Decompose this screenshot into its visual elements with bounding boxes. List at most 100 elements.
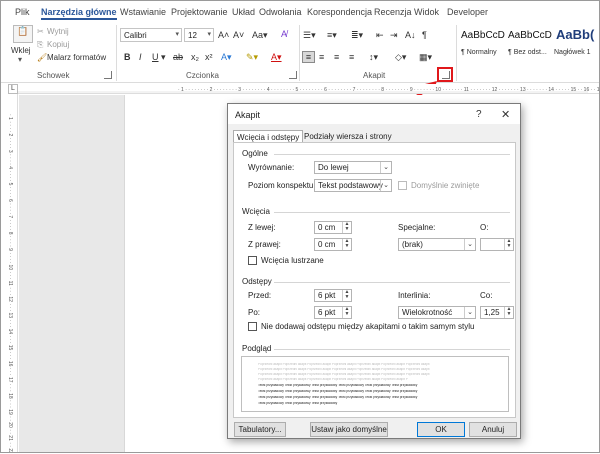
- font-name-combo[interactable]: Calibri ▾: [120, 28, 182, 42]
- spinner-arrows-icon[interactable]: ▲ ▼: [342, 290, 351, 301]
- line-spacing-select[interactable]: Wielokrotność ⌄: [398, 306, 476, 319]
- clipboard-group-label: Schowek: [37, 71, 70, 80]
- divider: [274, 212, 510, 213]
- paste-dropdown-icon[interactable]: ▾: [18, 55, 22, 64]
- subscript-icon[interactable]: x₂: [191, 52, 199, 62]
- superscript-icon[interactable]: x²: [205, 52, 213, 62]
- font-size-combo[interactable]: 12 ▾: [184, 28, 214, 42]
- clear-formatting-icon[interactable]: A̸: [281, 29, 287, 39]
- tab-wstawianie[interactable]: Wstawianie: [120, 7, 166, 17]
- align-right-icon[interactable]: ≡: [334, 52, 339, 62]
- clipboard-launcher-icon[interactable]: [104, 71, 112, 79]
- indent-right-value: 0 cm: [318, 240, 336, 249]
- line-spacing-icon[interactable]: ↕▾: [369, 52, 378, 62]
- tab-uklad[interactable]: Układ: [232, 7, 255, 17]
- outline-level-select[interactable]: Tekst podstawowy ⌄: [314, 179, 392, 192]
- highlight-icon[interactable]: ✎▾: [246, 52, 258, 62]
- indent-left-spinner[interactable]: 0 cm ▲ ▼: [314, 221, 352, 234]
- vertical-ruler[interactable]: · 1 · · · · 2 · · · · 3 · · · · 4 · · · …: [7, 94, 18, 454]
- spinner-arrows-icon[interactable]: ▲ ▼: [504, 239, 513, 250]
- paragraph-dialog: Akapit ? ✕ Wcięcia i odstępy Podziały wi…: [227, 103, 521, 439]
- horizontal-ruler[interactable]: · 1 · · · · · · · · 2 · · · · · · · · 3 …: [8, 84, 600, 94]
- cut-button[interactable]: Wytnij: [47, 27, 69, 36]
- change-case-icon[interactable]: Aa▾: [252, 30, 268, 40]
- bullets-icon[interactable]: ☰▾: [303, 30, 316, 40]
- copy-button[interactable]: Kopiuj: [47, 40, 69, 49]
- preview-box: Poprzedni akapit Poprzedni akapit Poprze…: [241, 356, 509, 412]
- style-normal-preview[interactable]: AaBbCcD: [461, 30, 505, 41]
- group-separator: [116, 25, 117, 81]
- tab-projektowanie[interactable]: Projektowanie: [171, 7, 228, 17]
- tab-odwolania[interactable]: Odwołania: [259, 7, 302, 17]
- special-indent-select[interactable]: (brak) ⌄: [398, 238, 476, 251]
- spacing-after-spinner[interactable]: 6 pkt ▲ ▼: [314, 306, 352, 319]
- line-spacing-value: Wielokrotność: [402, 308, 453, 317]
- paste-button[interactable]: Wklej: [11, 46, 31, 55]
- tab-recenzja[interactable]: Recenzja: [374, 7, 412, 17]
- spinner-arrows-icon[interactable]: ▲ ▼: [504, 307, 513, 318]
- set-default-button[interactable]: Ustaw jako domyślne: [310, 422, 388, 437]
- align-center-icon[interactable]: ≡: [319, 52, 324, 62]
- spacing-at-spinner[interactable]: 1,25 ▲ ▼: [480, 306, 514, 319]
- bold-icon[interactable]: B: [124, 52, 131, 62]
- chevron-down-icon[interactable]: ▾: [161, 52, 166, 62]
- sort-icon[interactable]: A↓: [405, 30, 416, 40]
- cancel-button[interactable]: Anuluj: [469, 422, 517, 437]
- spacing-heading: Odstępy: [242, 277, 272, 286]
- style-no-spacing-preview[interactable]: AaBbCcD: [508, 30, 552, 41]
- underline-icon[interactable]: U: [152, 52, 159, 62]
- copy-icon: ⎘: [37, 40, 44, 49]
- tab-developer[interactable]: Developer: [447, 7, 488, 17]
- indent-right-label: Z prawej:: [248, 240, 281, 249]
- tabs-button[interactable]: Tabulatory...: [234, 422, 286, 437]
- decrease-indent-icon[interactable]: ⇤: [376, 30, 384, 40]
- style-no-spacing-name[interactable]: ¶ Bez odst...: [508, 49, 547, 56]
- font-launcher-icon[interactable]: [289, 71, 297, 79]
- close-button[interactable]: ✕: [501, 108, 510, 121]
- style-heading1-name[interactable]: Nagłówek 1: [554, 49, 591, 56]
- font-size-value: 12: [188, 31, 197, 40]
- numbering-icon[interactable]: ≡▾: [327, 30, 337, 40]
- tab-korespondencja[interactable]: Korespondencja: [307, 7, 372, 17]
- cut-icon: ✂: [37, 27, 44, 36]
- text-effects-icon[interactable]: A▾: [221, 52, 232, 62]
- font-color-icon[interactable]: A▾: [271, 52, 282, 62]
- align-left-icon[interactable]: ≡: [302, 51, 315, 63]
- ok-button[interactable]: OK: [417, 422, 465, 437]
- indent-by-label: O:: [480, 223, 489, 232]
- tab-widok[interactable]: Widok: [414, 7, 439, 17]
- grow-font-icon[interactable]: A˄: [218, 30, 229, 40]
- tab-plik[interactable]: Plik: [15, 7, 30, 17]
- shading-icon[interactable]: ◇▾: [395, 52, 406, 62]
- chevron-down-icon: ⌄: [380, 180, 391, 191]
- indent-by-spinner[interactable]: ▲ ▼: [480, 238, 514, 251]
- spacing-at-label: Co:: [480, 291, 493, 300]
- tab-selector[interactable]: L: [8, 84, 18, 94]
- alignment-select[interactable]: Do lewej ⌄: [314, 161, 392, 174]
- borders-icon[interactable]: ▦▾: [419, 52, 432, 62]
- spinner-arrows-icon[interactable]: ▲ ▼: [342, 222, 351, 233]
- preview-previous-paragraph: Poprzedni akapit Poprzedni akapit Poprze…: [258, 378, 408, 381]
- paste-icon[interactable]: 📋: [13, 25, 33, 43]
- tab-narzedzia-glowne[interactable]: Narzędzia główne: [41, 7, 117, 20]
- preview-sample-text: Tekst przykładowy Tekst przykładowy Teks…: [258, 396, 418, 399]
- style-normal-name[interactable]: ¶ Normalny: [461, 49, 497, 56]
- outline-level-value: Tekst podstawowy: [318, 181, 383, 190]
- format-painter-button[interactable]: Malarz formatów: [47, 53, 106, 62]
- indent-right-spinner[interactable]: 0 cm ▲ ▼: [314, 238, 352, 251]
- show-formatting-icon[interactable]: ¶: [422, 30, 427, 40]
- mirror-indents-checkbox[interactable]: [248, 256, 257, 265]
- strikethrough-icon[interactable]: ab: [173, 52, 183, 62]
- dont-add-space-checkbox[interactable]: [248, 322, 257, 331]
- spacing-before-spinner[interactable]: 6 pkt ▲ ▼: [314, 289, 352, 302]
- style-heading1-preview[interactable]: AaBb(: [556, 27, 594, 42]
- spinner-arrows-icon[interactable]: ▲ ▼: [342, 239, 351, 250]
- help-button[interactable]: ?: [476, 109, 482, 120]
- increase-indent-icon[interactable]: ⇥: [390, 30, 398, 40]
- justify-icon[interactable]: ≡: [349, 52, 354, 62]
- spinner-arrows-icon[interactable]: ▲ ▼: [342, 307, 351, 318]
- collapsed-checkbox[interactable]: [398, 181, 407, 190]
- multilevel-list-icon[interactable]: ≣▾: [351, 30, 363, 40]
- italic-icon[interactable]: I: [139, 52, 142, 62]
- shrink-font-icon[interactable]: A˅: [233, 30, 244, 40]
